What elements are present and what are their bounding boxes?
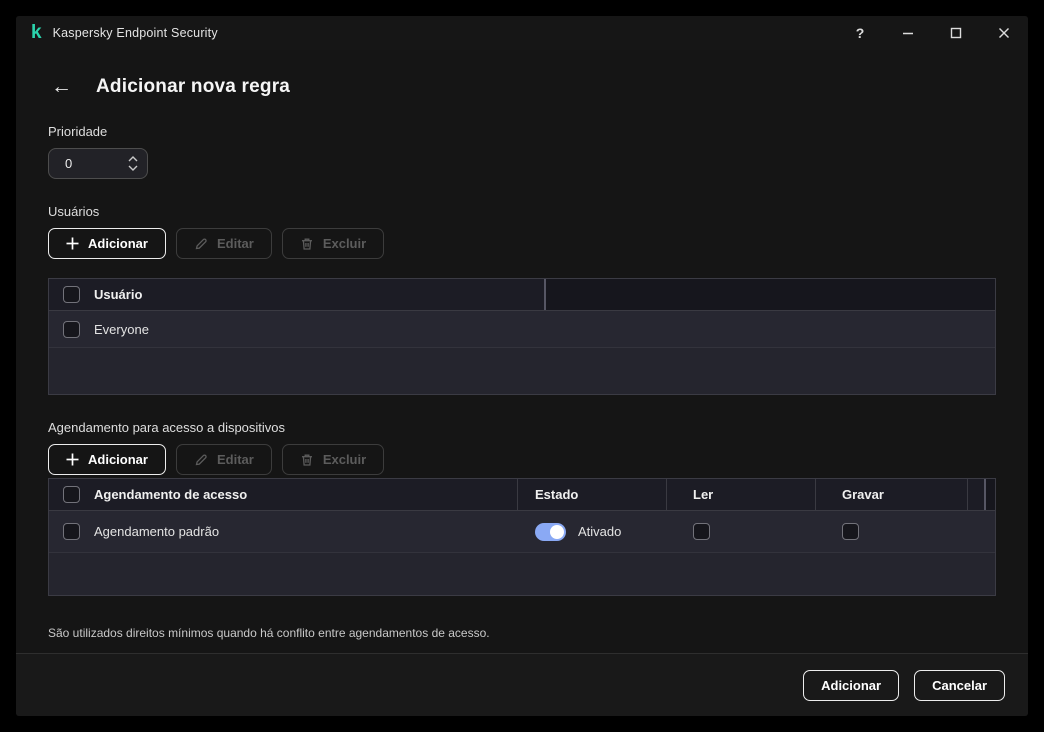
- read-checkbox[interactable]: [693, 523, 710, 540]
- users-toolbar: Adicionar Editar Excluir: [48, 228, 996, 259]
- users-delete-button: Excluir: [281, 228, 385, 259]
- write-checkbox[interactable]: [842, 523, 859, 540]
- schedule-delete-label: Excluir: [322, 452, 367, 467]
- trash-icon: [300, 237, 314, 251]
- users-edit-button: Editar: [175, 228, 272, 259]
- users-table: Usuário Everyone: [48, 278, 996, 395]
- pencil-icon: [194, 453, 208, 467]
- users-header-label: Usuário: [94, 287, 143, 302]
- cancel-label: Cancelar: [932, 677, 987, 693]
- users-edit-label: Editar: [216, 236, 254, 251]
- schedule-add-label: Adicionar: [88, 452, 148, 467]
- priority-stepper[interactable]: [48, 148, 148, 179]
- help-button[interactable]: ?: [836, 16, 884, 50]
- schedule-toolbar: Adicionar Editar Excluir: [48, 444, 996, 475]
- back-arrow-icon[interactable]: ←: [51, 75, 73, 99]
- schedule-table-scrollbar[interactable]: [984, 479, 995, 510]
- schedule-add-button[interactable]: Adicionar: [48, 444, 166, 475]
- users-table-empty-area: [49, 348, 995, 394]
- app-window: k Kaspersky Endpoint Security ? ← Adicio…: [16, 16, 1028, 716]
- schedule-table-empty-area: [49, 553, 995, 595]
- schedule-edit-button: Editar: [175, 444, 272, 475]
- schedule-delete-button: Excluir: [281, 444, 385, 475]
- kaspersky-logo: k: [31, 21, 42, 43]
- minimize-button[interactable]: [884, 16, 932, 50]
- state-toggle[interactable]: [535, 522, 566, 541]
- question-mark-icon: ?: [855, 25, 865, 41]
- schedule-col-name: Agendamento de acesso: [94, 487, 248, 502]
- row-checkbox[interactable]: [63, 523, 80, 540]
- chevron-up-icon[interactable]: [128, 156, 138, 162]
- priority-label: Prioridade: [48, 124, 108, 139]
- schedule-col-estado: Estado: [517, 479, 666, 510]
- pencil-icon: [194, 237, 208, 251]
- add-rule-button[interactable]: Adicionar: [803, 669, 900, 701]
- content: ← Adicionar nova regra Prioridade Usuári…: [16, 50, 1028, 653]
- users-delete-label: Excluir: [322, 236, 367, 251]
- user-name: Everyone: [94, 321, 149, 337]
- users-table-scrollbar[interactable]: [543, 279, 995, 310]
- state-label: Ativado: [578, 524, 622, 539]
- schedule-table-header: Agendamento de acesso Estado Ler Gravar: [49, 479, 995, 511]
- add-rule-label: Adicionar: [821, 677, 882, 693]
- schedule-edit-label: Editar: [216, 452, 254, 467]
- schedule-table: Agendamento de acesso Estado Ler Gravar …: [48, 478, 996, 596]
- trash-icon: [300, 453, 314, 467]
- titlebar: k Kaspersky Endpoint Security ?: [16, 16, 1028, 50]
- plus-icon: [66, 453, 79, 466]
- close-button[interactable]: [980, 16, 1028, 50]
- plus-icon: [66, 237, 79, 250]
- users-add-label: Adicionar: [88, 236, 148, 251]
- maximize-button[interactable]: [932, 16, 980, 50]
- chevron-down-icon[interactable]: [128, 165, 138, 171]
- users-select-all-checkbox[interactable]: [63, 286, 80, 303]
- row-checkbox[interactable]: [63, 320, 80, 338]
- table-row[interactable]: Agendamento padrão Ativado: [49, 511, 995, 553]
- priority-input[interactable]: [65, 156, 115, 171]
- footer: Adicionar Cancelar: [16, 653, 1028, 716]
- table-row[interactable]: Everyone: [49, 311, 995, 348]
- minimize-icon: [903, 32, 913, 35]
- close-icon: [999, 28, 1009, 38]
- schedule-col-ler: Ler: [666, 479, 815, 510]
- cancel-button[interactable]: Cancelar: [914, 669, 1005, 701]
- maximize-icon: [950, 27, 962, 39]
- toggle-knob: [550, 524, 564, 539]
- page-title: Adicionar nova regra: [96, 76, 291, 97]
- schedule-section-label: Agendamento para acesso a dispositivos: [48, 420, 286, 435]
- schedule-select-all-checkbox[interactable]: [63, 486, 80, 503]
- schedule-name: Agendamento padrão: [94, 524, 220, 539]
- users-section-label: Usuários: [48, 204, 100, 219]
- schedule-col-gravar: Gravar: [815, 479, 967, 510]
- users-table-header: Usuário: [49, 279, 995, 311]
- schedule-header-spacer: [967, 479, 984, 510]
- app-title: Kaspersky Endpoint Security: [52, 26, 218, 40]
- users-add-button[interactable]: Adicionar: [48, 228, 166, 259]
- conflict-note: São utilizados direitos mínimos quando h…: [48, 626, 490, 640]
